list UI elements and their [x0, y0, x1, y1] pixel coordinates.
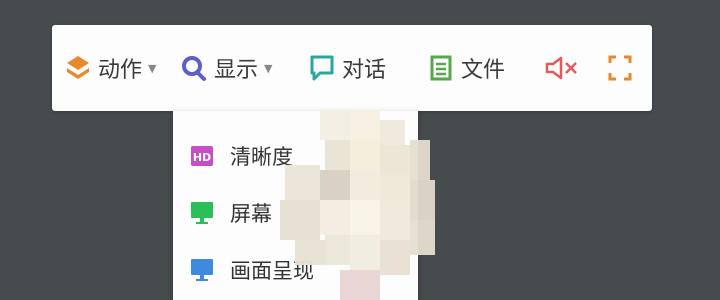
- menu-item-label: 清晰度: [230, 145, 293, 169]
- mute-button[interactable]: [544, 25, 586, 111]
- menu-item-screen[interactable]: 屏幕: [173, 188, 418, 238]
- chevron-down-icon: ▼: [264, 61, 273, 75]
- display-dropdown-menu: HD 清晰度 屏幕 画面呈现: [173, 111, 418, 300]
- menu-item-render[interactable]: 画面呈现: [173, 245, 418, 295]
- file-icon: [427, 54, 455, 82]
- menu-item-label: 画面呈现: [230, 259, 314, 283]
- layers-icon: [64, 54, 92, 82]
- chat-bubble-icon: [308, 54, 336, 82]
- svg-text:HD: HD: [193, 151, 211, 164]
- file-label: 文件: [461, 58, 506, 83]
- search-icon: [180, 54, 208, 82]
- dialog-label: 对话: [342, 58, 387, 83]
- chevron-down-icon: ▼: [148, 61, 157, 75]
- display-menu-button[interactable]: 显示 ▼: [180, 25, 272, 111]
- monitor-icon: [190, 258, 214, 282]
- menu-item-clarity[interactable]: HD 清晰度: [173, 131, 418, 181]
- hd-icon: HD: [190, 144, 214, 168]
- file-button[interactable]: 文件: [427, 25, 505, 111]
- fullscreen-button[interactable]: [606, 25, 640, 111]
- fullscreen-icon: [606, 54, 634, 82]
- display-menu-label: 显示: [214, 58, 259, 83]
- session-toolbar: 动作 ▼ 显示 ▼ 对话 文件: [52, 25, 652, 111]
- action-menu-button[interactable]: 动作 ▼: [64, 25, 156, 111]
- action-menu-label: 动作: [98, 58, 143, 83]
- monitor-icon: [190, 201, 214, 225]
- mute-icon: [544, 54, 580, 82]
- menu-item-label: 屏幕: [230, 202, 272, 226]
- dialog-button[interactable]: 对话: [308, 25, 386, 111]
